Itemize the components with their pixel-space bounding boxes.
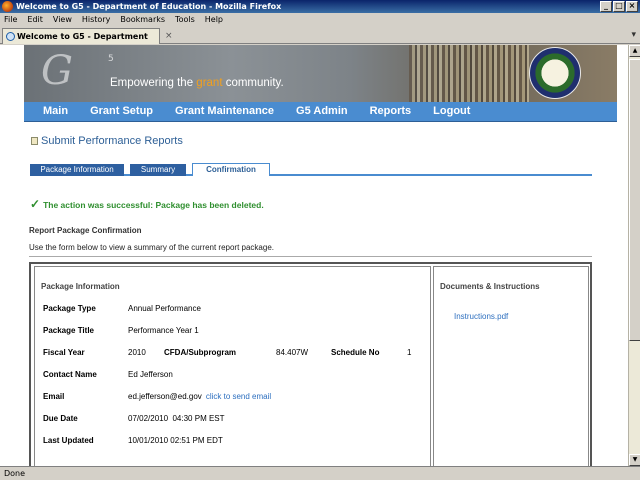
status-text: Done (4, 469, 26, 478)
email-label: Email (43, 392, 65, 401)
department-seal-logo (529, 47, 581, 99)
subtab-bar: Package Information Summary Confirmation (30, 162, 592, 176)
tab-summary[interactable]: Summary (130, 164, 186, 176)
menu-tools[interactable]: Tools (175, 13, 195, 26)
section-title: Report Package Confirmation (29, 226, 142, 235)
cfda-value: 84.407W (276, 348, 309, 357)
vertical-scrollbar[interactable]: ▲ ▼ (628, 45, 640, 466)
instructions-text: Use the form below to view a summary of … (29, 243, 274, 252)
scroll-down-arrow-icon[interactable]: ▼ (629, 454, 640, 466)
menu-history[interactable]: History (82, 13, 110, 26)
package-panel-title: Package Information (41, 282, 120, 291)
nav-logout[interactable]: Logout (433, 102, 470, 121)
documents-panel-title: Documents & Instructions (440, 282, 540, 291)
tagline: Empowering the grant community. (110, 77, 284, 89)
email-row: ed.jefferson@ed.gov click to send email (128, 392, 271, 401)
tagline-accent: grant (196, 77, 223, 89)
window-title: Welcome to G5 - Department of Education … (16, 2, 282, 11)
browser-tab-bar: Welcome to G5 - Department of Educ... (0, 27, 640, 56)
tab-close-icon[interactable]: × (165, 31, 173, 41)
nav-grant-maintenance[interactable]: Grant Maintenance (175, 102, 274, 121)
send-email-link[interactable]: click to send email (206, 392, 271, 401)
confirmation-panels: Package Information Package Type Annual … (29, 262, 592, 466)
main-nav: Main Grant Setup Grant Maintenance G5 Ad… (24, 102, 617, 122)
nav-reports[interactable]: Reports (370, 102, 412, 121)
minimize-button[interactable]: _ (600, 1, 612, 12)
status-bar: Done (0, 466, 640, 480)
scroll-up-arrow-icon[interactable]: ▲ (629, 45, 640, 57)
firefox-icon (2, 1, 13, 12)
menu-edit[interactable]: Edit (27, 13, 43, 26)
nav-g5-admin[interactable]: G5 Admin (296, 102, 348, 121)
tab-confirmation[interactable]: Confirmation (192, 163, 270, 176)
fiscal-year-label: Fiscal Year (43, 348, 85, 357)
menu-view[interactable]: View (53, 13, 72, 26)
library-shelves-image (409, 45, 529, 102)
scroll-thumb[interactable] (629, 59, 640, 341)
instructions-pdf-link[interactable]: Instructions.pdf (454, 312, 508, 321)
page-title-text: Submit Performance Reports (41, 135, 183, 147)
g5-logo-sup: 5 (108, 54, 114, 64)
due-date-value: 07/02/2010 04:30 PM EST (128, 414, 225, 423)
package-information-panel: Package Information Package Type Annual … (34, 266, 431, 466)
success-message: ✓ The action was successful: Package has … (30, 197, 264, 211)
tagline-pre: Empowering the (110, 77, 197, 89)
success-text: The action was successful: Package has b… (43, 200, 264, 210)
page-title: Submit Performance Reports (31, 135, 183, 147)
page: G 5 Empowering the grant community. Main… (24, 45, 617, 466)
menu-bar: File Edit View History Bookmarks Tools H… (0, 13, 640, 26)
check-icon: ✓ (30, 197, 41, 211)
browser-viewport: G 5 Empowering the grant community. Main… (0, 45, 628, 466)
document-icon (31, 137, 38, 145)
browser-tab[interactable]: Welcome to G5 - Department of Educ... (2, 28, 160, 56)
package-title-value: Performance Year 1 (128, 326, 199, 335)
tab-list-arrow-icon[interactable]: ▾ (631, 30, 636, 40)
menu-help[interactable]: Help (205, 13, 223, 26)
cfda-label: CFDA/Subprogram (164, 348, 236, 357)
tab-package-information[interactable]: Package Information (30, 164, 124, 176)
schedule-value: 1 (407, 348, 412, 357)
due-date-label: Due Date (43, 414, 78, 423)
documents-panel: Documents & Instructions Instructions.pd… (433, 266, 589, 466)
nav-main[interactable]: Main (43, 102, 68, 121)
package-title-label: Package Title (43, 326, 94, 335)
window-title-bar: Welcome to G5 - Department of Education … (0, 0, 640, 13)
nav-grant-setup[interactable]: Grant Setup (90, 102, 153, 121)
menu-file[interactable]: File (4, 13, 17, 26)
globe-icon (6, 32, 15, 41)
last-updated-value: 10/01/2010 02:51 PM EDT (128, 436, 223, 445)
package-type-label: Package Type (43, 304, 96, 313)
contact-name-value: Ed Jefferson (128, 370, 173, 379)
last-updated-label: Last Updated (43, 436, 94, 445)
schedule-label: Schedule No (331, 348, 380, 357)
divider (29, 256, 592, 257)
site-banner: G 5 Empowering the grant community. (24, 45, 617, 102)
menu-bookmarks[interactable]: Bookmarks (120, 13, 165, 26)
window-controls: _ □ × (600, 1, 638, 12)
email-value: ed.jefferson@ed.gov (128, 392, 202, 401)
tagline-post: community. (222, 77, 284, 89)
close-button[interactable]: × (626, 1, 638, 12)
contact-name-label: Contact Name (43, 370, 97, 379)
maximize-button[interactable]: □ (613, 1, 625, 12)
g5-logo: G (41, 48, 73, 94)
fiscal-year-value: 2010 (128, 348, 146, 357)
package-type-value: Annual Performance (128, 304, 201, 313)
